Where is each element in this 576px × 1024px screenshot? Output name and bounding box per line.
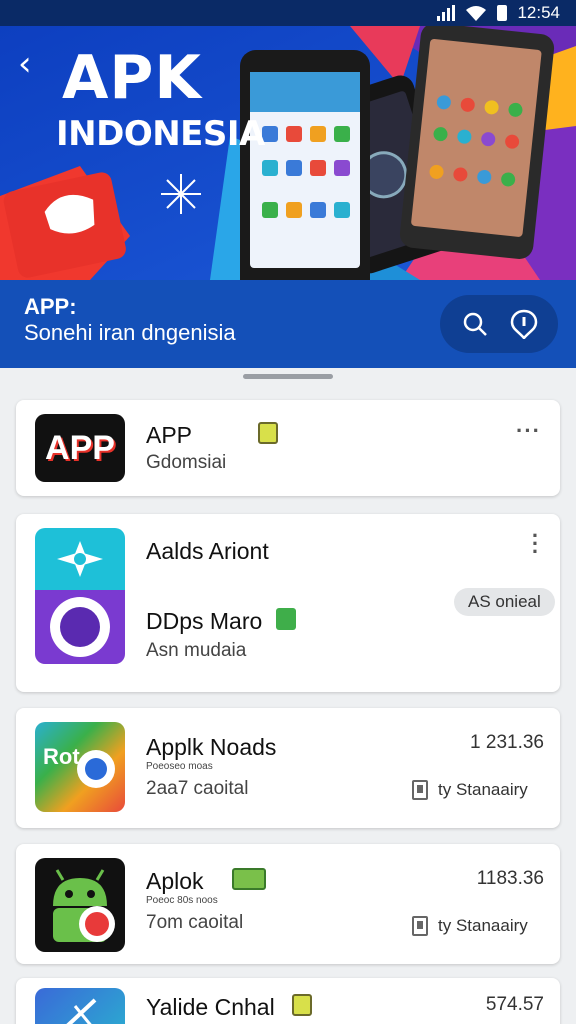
app-name: Aalds Ariont [146, 538, 269, 564]
more-icon[interactable]: ··· [516, 418, 541, 444]
app-name: APP [146, 422, 193, 448]
file-icon [412, 916, 428, 936]
hero-banner: ‹ APK INDONESIA [0, 26, 576, 280]
badge-icon [292, 994, 312, 1016]
hero-title: APK [62, 43, 202, 113]
more-icon[interactable]: ··· [530, 525, 542, 563]
band-subtitle: Sonehi iran dngenisia [24, 320, 236, 345]
hero-subtitle: INDONESIA [56, 114, 265, 154]
status-bar: 12:54 [0, 0, 576, 26]
app-name: Aplok [146, 868, 204, 894]
badge-icon [232, 868, 266, 890]
app-name: Applk Noads [146, 734, 277, 760]
app-card[interactable]: Yalide Cnhal 574.57 [16, 978, 560, 1024]
search-icon[interactable] [455, 304, 495, 344]
app-icon: APP [35, 414, 125, 482]
app-card[interactable]: Aplok Poeoc 80s noos 7om caoital 1183.36… [16, 844, 560, 964]
file-icon [412, 780, 428, 800]
sparkle-icon [161, 174, 201, 214]
app-tagline: Poeoc 80s noos [146, 895, 218, 906]
app-name-secondary: DDps Maro [146, 608, 263, 634]
app-card[interactable]: Aalds Ariont DDps Maro Asn mudaia · · · AS… [16, 514, 560, 692]
app-subtitle: 2aa7 caoital [146, 778, 249, 799]
app-card[interactable]: APP APP Gdomsiai ··· [16, 400, 560, 496]
signal-icon [437, 5, 456, 21]
app-subtitle: Gdomsiai [146, 452, 227, 473]
badge-icon [258, 422, 278, 444]
band-title: APP: [24, 294, 77, 319]
app-value: 574.57 [485, 994, 544, 1015]
info-icon[interactable] [504, 304, 544, 344]
badge-icon [276, 608, 296, 630]
drag-handle[interactable] [243, 374, 333, 379]
app-subtitle: 7om caoital [146, 912, 244, 933]
app-icon [35, 528, 125, 664]
android-icon [35, 858, 125, 952]
app-meta: ty Stanaairy [412, 780, 528, 800]
status-time: 12:54 [517, 3, 560, 22]
app-card[interactable]: Rot Applk Noads Poeoseo moas 2aa7 caoita… [16, 708, 560, 828]
app-icon [35, 988, 125, 1024]
battery-icon [497, 5, 508, 21]
back-icon[interactable]: ‹ [18, 46, 50, 82]
status-pill: AS onieal [454, 588, 555, 616]
app-subtitle: Asn mudaia [146, 640, 247, 661]
app-name: Yalide Cnhal [146, 994, 275, 1020]
app-meta: ty Stanaairy [412, 916, 528, 936]
wifi-icon [466, 6, 487, 21]
app-value: 1 231.36 [470, 732, 544, 753]
app-icon: Rot [35, 722, 125, 812]
app-meta-label: ty Stanaairy [438, 780, 528, 799]
header-actions [440, 295, 558, 353]
header-band: APP: Sonehi iran dngenisia [0, 280, 576, 368]
app-value: 1183.36 [476, 868, 544, 889]
app-tagline: Poeoseo moas [146, 761, 213, 772]
app-meta-label: ty Stanaairy [438, 916, 528, 935]
status-icons: 12:54 [437, 3, 560, 23]
